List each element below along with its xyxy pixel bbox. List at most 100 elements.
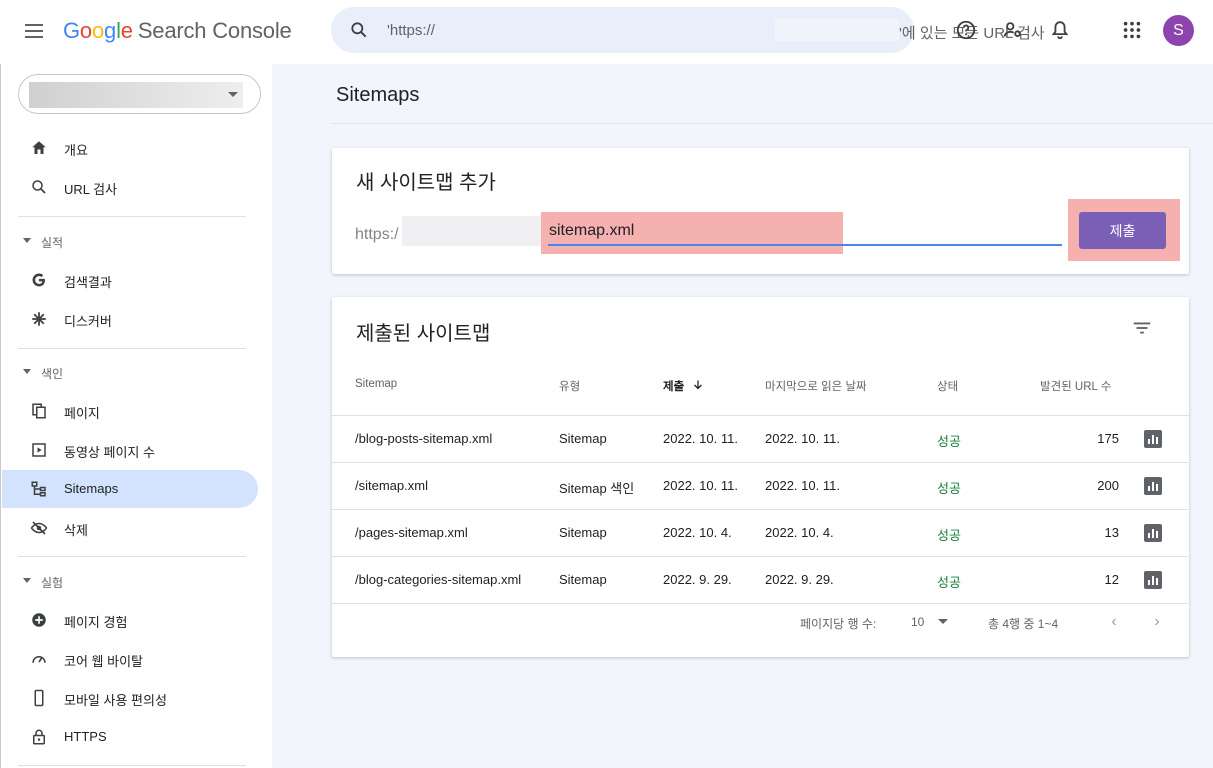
discovered-url-count: 13 [1104,525,1119,540]
submitted-sitemaps-title: 제출된 사이트맵 [356,323,491,345]
bar-chart-icon[interactable] [1144,477,1162,495]
sitemap-icon [31,481,46,497]
discovered-url-count: 200 [1097,478,1119,493]
redacted-domain [775,19,899,41]
row-divider [332,603,1189,604]
caret-down-icon [228,92,238,97]
collapse-triangle-icon [23,238,31,243]
search-placeholder-prefix: 'https:// [387,22,435,39]
table-row[interactable]: /sitemap.xml Sitemap 색인 2022. 10. 11. 20… [332,463,1189,509]
discovered-url-count: 12 [1104,572,1119,587]
search-icon [351,22,367,38]
submitted-date: 2022. 10. 4. [663,525,732,540]
collapse-triangle-icon [23,578,31,583]
bar-chart-icon[interactable] [1144,430,1162,448]
chevron-right-icon[interactable]: › [1148,613,1166,631]
sitemap-url-prefix: https:/ [355,226,399,243]
submit-button[interactable]: 제출 [1079,212,1166,249]
status-badge: 성공 [937,528,961,543]
caret-down-icon [938,619,949,624]
plus-circle-icon [32,613,46,627]
collapse-triangle-icon [23,369,31,374]
table-row[interactable]: /blog-posts-sitemap.xml Sitemap 2022. 10… [332,416,1189,462]
sidebar: 개요 URL 검사 실적 검색결과 디스커버 색인 페이지 동영상 페이지 수 … [0,64,272,768]
submitted-date: 2022. 9. 29. [663,572,732,587]
column-header-status[interactable]: 상태 [937,378,958,394]
table-row[interactable]: /blog-categories-sitemap.xml Sitemap 202… [332,557,1189,603]
sitemap-type: Sitemap [559,525,607,540]
column-header-sitemap[interactable]: Sitemap [355,378,397,390]
column-header-discovered-urls[interactable]: 발견된 URL 수 [1040,378,1111,394]
divider [18,556,246,557]
divider [18,348,246,349]
sidebar-item-page-experience[interactable]: 페이지 경험 [18,601,258,639]
home-icon [32,141,46,154]
sidebar-item-sitemaps[interactable]: Sitemaps [2,470,258,508]
arrow-down-icon [694,380,703,390]
sitemap-type: Sitemap [559,572,607,587]
top-app-bar: Google Search Console 'https:// '에 있는 모든 … [0,0,1213,64]
sidebar-item-overview[interactable]: 개요 [18,129,258,167]
status-badge: 성공 [937,434,961,449]
sidebar-item-discover[interactable]: 디스커버 [18,300,258,338]
removals-icon [30,521,48,535]
sitemap-url-input[interactable] [548,218,1062,246]
mobile-icon [34,689,44,707]
status-badge: 성공 [937,481,961,496]
sidebar-item-url-inspection[interactable]: URL 검사 [18,168,258,206]
pagination-range: 총 4행 중 1~4 [988,617,1059,631]
main-content: Sitemaps 새 사이트맵 추가 https:/ 제출 제출된 사이트맵 S… [272,64,1213,768]
rows-per-page-select[interactable]: 10 [911,615,949,629]
apps-icon[interactable] [1121,19,1143,41]
add-sitemap-card: 새 사이트맵 추가 https:/ 제출 [332,148,1189,274]
submitted-date: 2022. 10. 11. [663,478,738,493]
sidebar-item-removals[interactable]: 삭제 [18,509,258,547]
sidebar-item-core-web-vitals[interactable]: 코어 웹 바이탈 [18,640,258,678]
lock-icon [33,729,45,745]
google-g-icon [32,273,45,287]
search-icon [32,180,46,194]
google-search-console-logo[interactable]: Google Search Console [63,18,292,44]
sitemap-path: /blog-posts-sitemap.xml [355,431,493,446]
bar-chart-icon[interactable] [1144,571,1162,589]
asterisk-icon [32,312,46,326]
sidebar-item-mobile-usability[interactable]: 모바일 사용 편의성 [18,679,258,717]
last-read-date: 2022. 9. 29. [765,572,834,587]
bar-chart-icon[interactable] [1144,524,1162,542]
add-sitemap-title: 새 사이트맵 추가 [356,172,496,194]
sitemap-path: /pages-sitemap.xml [355,525,468,540]
divider [332,123,1213,124]
notifications-icon[interactable] [1049,19,1071,41]
filter-icon[interactable] [1131,317,1153,339]
property-selector[interactable] [18,74,261,114]
redacted-property-name [29,82,243,108]
submitted-date: 2022. 10. 11. [663,431,738,446]
status-badge: 성공 [937,575,961,590]
pages-icon [32,403,46,419]
sitemap-type: Sitemap 색인 [559,481,635,496]
help-icon[interactable] [955,19,977,41]
manage-users-icon[interactable] [1002,19,1024,41]
column-header-last-read[interactable]: 마지막으로 읽은 날짜 [765,378,867,394]
last-read-date: 2022. 10. 4. [765,525,834,540]
sidebar-item-search-results[interactable]: 검색결과 [18,261,258,299]
main-menu-icon[interactable] [22,20,46,44]
column-header-type[interactable]: 유형 [559,378,580,394]
sidebar-item-video-pages[interactable]: 동영상 페이지 수 [18,431,258,469]
last-read-date: 2022. 10. 11. [765,478,840,493]
video-page-icon [32,443,46,457]
sidebar-item-https[interactable]: HTTPS [18,718,258,756]
column-header-submitted[interactable]: 제출 [663,378,704,394]
chevron-left-icon[interactable]: ‹ [1105,613,1123,631]
redacted-domain [402,216,542,246]
account-avatar[interactable]: S [1163,15,1194,46]
table-row[interactable]: /pages-sitemap.xml Sitemap 2022. 10. 4. … [332,510,1189,556]
discovered-url-count: 175 [1097,431,1119,446]
url-inspection-search-bar[interactable]: 'https:// '에 있는 모든 URL 검사 [331,7,1045,53]
sidebar-item-pages[interactable]: 페이지 [18,392,258,430]
sitemap-path: /blog-categories-sitemap.xml [355,572,522,587]
divider [18,216,246,217]
sitemap-path: /sitemap.xml [355,478,428,493]
page-title: Sitemaps [336,84,420,106]
gauge-icon [32,656,46,663]
